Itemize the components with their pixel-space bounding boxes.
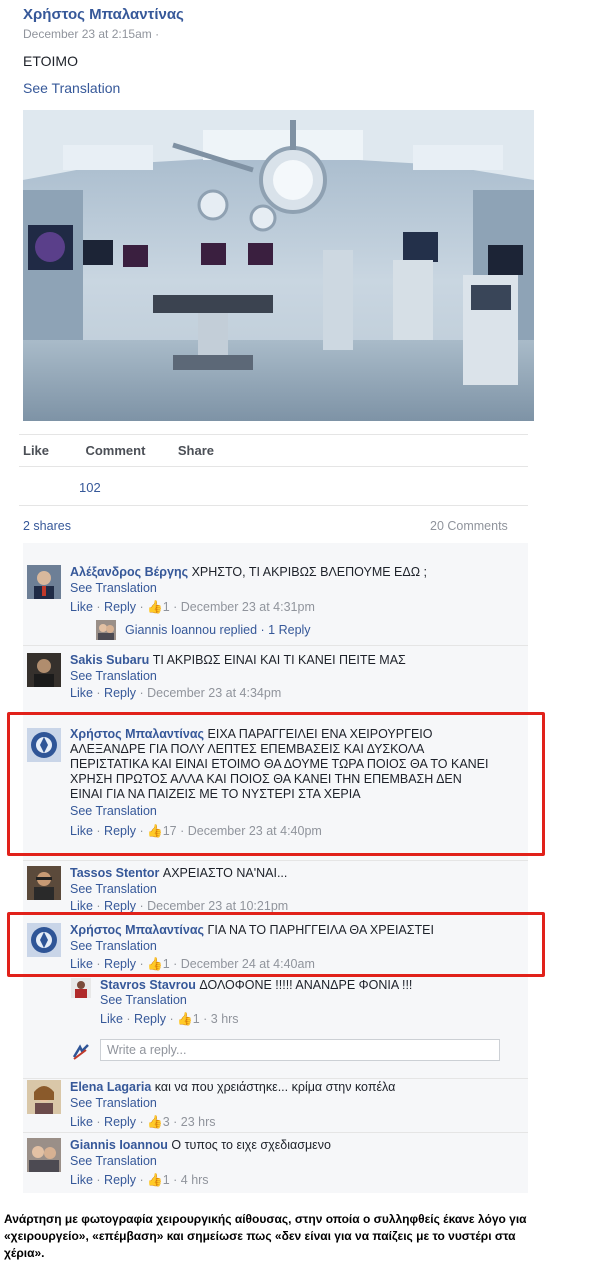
post-author-name[interactable]: Χρήστος Μπαλαντίνας — [23, 6, 184, 23]
comments-panel: Αλέξανδρος Βέργης ΧΡΗΣΤΟ, ΤΙ ΑΚΡΙΒΩΣ ΒΛΕ… — [23, 543, 528, 1193]
comment-time[interactable]: 23 hrs — [181, 1115, 216, 1129]
post-photo-operating-room[interactable] — [23, 110, 534, 421]
comment-button[interactable]: Comment — [85, 443, 145, 458]
comment-time[interactable]: December 23 at 4:34pm — [147, 686, 281, 700]
comment-meta: Like · Reply · December 23 at 4:34pm — [70, 686, 282, 700]
comment-meta: Like · Reply · December 23 at 10:21pm — [70, 899, 289, 913]
comment-likes-count[interactable]: 1 — [193, 1012, 200, 1026]
avatar[interactable] — [27, 565, 61, 599]
caption-line: Ανάρτηση με φωτογραφία χειρουργικής αίθο… — [4, 1212, 527, 1226]
comment-text: ΑΧΡΕΙΑΣΤΟ ΝΑ'ΝΑΙ... — [162, 866, 288, 880]
divider — [19, 466, 528, 467]
comment-likes-count[interactable]: 3 — [163, 1115, 170, 1129]
comment-text: Ο τυπος το ειχε σχεδιασμενο — [171, 1138, 331, 1152]
comment-reply-link[interactable]: Reply — [104, 1115, 136, 1129]
comment-meta: Like · Reply · 👍1 · December 23 at 4:31p… — [70, 600, 315, 614]
shares-count[interactable]: 2 shares — [23, 519, 71, 533]
comment-time[interactable]: December 23 at 10:21pm — [147, 899, 288, 913]
see-translation-link[interactable]: See Translation — [70, 1154, 157, 1169]
comment-likes-count[interactable]: 1 — [163, 600, 170, 614]
comment-author[interactable]: Elena Lagaria — [70, 1080, 151, 1094]
comment-like-link[interactable]: Like — [70, 1115, 93, 1129]
caption-line: «χειρουργείο», «επέμβαση» και σημείωσε π… — [4, 1229, 516, 1243]
see-translation-link[interactable]: See Translation — [100, 993, 187, 1007]
comment-like-link[interactable]: Like — [70, 686, 93, 700]
thumbs-up-icon: 👍 — [147, 1115, 163, 1129]
post-see-translation-link[interactable]: See Translation — [23, 80, 120, 96]
avatar[interactable] — [27, 866, 61, 900]
comment-reply-link[interactable]: Reply — [104, 600, 136, 614]
avatar[interactable] — [71, 978, 91, 998]
comment-time[interactable]: December 23 at 4:31pm — [181, 600, 315, 614]
comment-author[interactable]: Αλέξανδρος Βέργης — [70, 565, 188, 579]
post-text: ΕΤΟΙΜΟ — [23, 53, 78, 69]
comment-like-link[interactable]: Like — [70, 899, 93, 913]
see-translation-link[interactable]: See Translation — [70, 882, 157, 897]
comment-author[interactable]: Tassos Stentor — [70, 866, 159, 880]
divider — [23, 1132, 528, 1133]
divider — [19, 505, 528, 506]
comment-author[interactable]: Giannis Ioannou — [70, 1138, 168, 1152]
comment-like-link[interactable]: Like — [70, 1173, 93, 1187]
avatar[interactable] — [96, 620, 116, 640]
replies-summary[interactable]: Giannis Ioannou replied · 1 Reply — [125, 623, 311, 637]
thumbs-up-icon: 👍 — [147, 600, 163, 614]
avatar[interactable] — [27, 1138, 61, 1172]
divider — [23, 645, 528, 646]
divider — [23, 860, 528, 861]
reply-author[interactable]: Giannis Ioannou — [125, 623, 216, 637]
comment-time[interactable]: 4 hrs — [181, 1173, 209, 1187]
image-caption: Ανάρτηση με φωτογραφία χειρουργικής αίθο… — [4, 1211, 594, 1262]
comment-like-link[interactable]: Like — [100, 1012, 123, 1026]
comment-reply-link[interactable]: Reply — [104, 1173, 136, 1187]
see-translation-link[interactable]: See Translation — [70, 669, 157, 684]
thumbs-up-icon: 👍 — [177, 1012, 193, 1026]
comment-meta: Like · Reply · 👍1 · 3 hrs — [100, 1012, 239, 1026]
divider — [23, 1078, 528, 1079]
comments-count[interactable]: 20 Comments — [430, 519, 508, 533]
comment-reply-link[interactable]: Reply — [134, 1012, 166, 1026]
comment-reply-link[interactable]: Reply — [104, 686, 136, 700]
thumbs-up-icon: 👍 — [147, 1173, 163, 1187]
comment-text: ΤΙ ΑΚΡΙΒΩΣ ΕΙΝΑΙ ΚΑΙ ΤΙ ΚΑΝΕΙ ΠΕΙΤΕ ΜΑΣ — [152, 653, 406, 667]
highlight-box — [7, 712, 545, 856]
post-action-bar: Like Comment Share — [23, 442, 234, 460]
current-user-avatar-icon — [71, 1042, 91, 1062]
comment-reply-link[interactable]: Reply — [104, 899, 136, 913]
post-timestamp[interactable]: December 23 at 2:15am · — [23, 27, 159, 41]
comment-text: και να που χρειάστηκε... κρίμα στην κοπέ… — [154, 1080, 396, 1094]
comment-text: ΧΡΗΣΤΟ, ΤΙ ΑΚΡΙΒΩΣ ΒΛΕΠΟΥΜΕ ΕΔΩ ; — [191, 565, 428, 579]
see-translation-link[interactable]: See Translation — [70, 581, 157, 596]
comment-time[interactable]: 3 hrs — [211, 1012, 239, 1026]
divider — [19, 434, 528, 435]
share-button[interactable]: Share — [178, 443, 214, 458]
comment-author[interactable]: Stavros Stavrou — [100, 978, 196, 992]
caption-line: χέρια». — [4, 1246, 45, 1260]
avatar[interactable] — [27, 653, 61, 687]
comment-text: ΔΟΛΟΦΟΝΕ !!!!! ΑΝΑΝΔΡΕ ΦΟΝΙΑ !!! — [199, 978, 413, 992]
comment-meta: Like · Reply · 👍1 · 4 hrs — [70, 1173, 209, 1187]
highlight-box — [7, 912, 545, 977]
likes-count[interactable]: 102 — [79, 480, 101, 495]
comment-likes-count[interactable]: 1 — [163, 1173, 170, 1187]
comment-meta: Like · Reply · 👍3 · 23 hrs — [70, 1115, 216, 1129]
see-translation-link[interactable]: See Translation — [70, 1096, 157, 1111]
view-replies-link[interactable]: replied · 1 Reply — [220, 623, 311, 637]
comment-like-link[interactable]: Like — [70, 600, 93, 614]
avatar[interactable] — [27, 1080, 61, 1114]
reply-input[interactable]: Write a reply... — [100, 1039, 500, 1061]
like-button[interactable]: Like — [23, 443, 49, 458]
comment-author[interactable]: Sakis Subaru — [70, 653, 149, 667]
